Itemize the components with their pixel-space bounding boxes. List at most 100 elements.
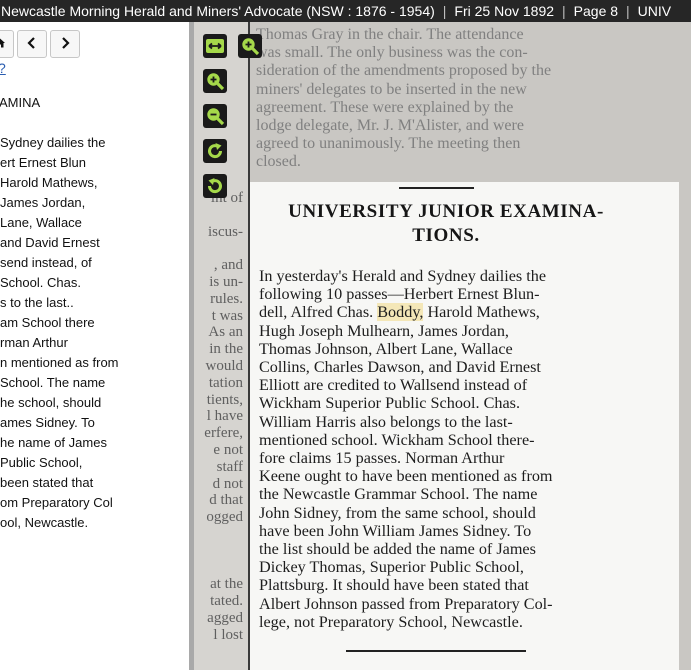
article-line-part: Harold Mathews, [423, 303, 540, 322]
article-rule-bottom [346, 650, 526, 652]
rotate-clockwise-icon [205, 141, 225, 161]
ocr-line: ert Ernest Blun [0, 155, 86, 170]
article-line: In yesterday's Herald and Sydney dailies… [259, 267, 547, 285]
ocr-line: am School there [0, 315, 95, 330]
adjacent-line: d that [209, 492, 243, 509]
adjacent-line: , and [213, 257, 243, 274]
adjacent-line: t was [211, 307, 243, 324]
title-separator: | [442, 3, 447, 19]
page-number[interactable]: Page 8 [574, 0, 618, 22]
previous-article-line: lodge delegate, Mr. J. M'Alister, and we… [256, 117, 524, 135]
adjacent-line: l lost [213, 626, 243, 643]
article-line: John Sidney, from the same school, shoul… [259, 503, 536, 522]
article-line-part: dell, Alfred Chas. [259, 303, 378, 322]
adjacent-line: in the [209, 341, 243, 358]
zoom-in-icon [240, 36, 260, 56]
rotate-clockwise-button[interactable] [203, 139, 227, 163]
rotate-counterclockwise-icon [205, 176, 225, 196]
article-line: following 10 passes—Herbert Ernest Blun- [259, 285, 540, 304]
adjacent-line: at the [210, 576, 243, 593]
article-line: William Harris also belongs to the last- [259, 412, 513, 431]
article-line: the Newcastle Grammar School. The name [259, 485, 538, 504]
adjacent-line: e not [213, 441, 243, 458]
ocr-text-panel: ? AMINA Sydney dailies the ert Ernest Bl… [0, 22, 189, 670]
ocr-line: ool, Newcastle. [0, 515, 89, 530]
ocr-line: om Preparatory Col [0, 495, 113, 510]
adjacent-line: ogged [206, 509, 243, 526]
zoom-out-icon [205, 106, 225, 126]
article-line: Albert Johnson passed from Preparatory C… [259, 594, 553, 613]
chevron-left-icon [27, 36, 37, 53]
next-article-button[interactable] [50, 30, 80, 58]
adjacent-line: rules. [210, 290, 243, 307]
article-line: Collins, Charles Dawson, and David Ernes… [259, 358, 541, 377]
issue-date[interactable]: Fri 25 Nov 1892 [454, 0, 554, 22]
ocr-line: School. Chas. [0, 275, 81, 290]
title-separator: | [562, 3, 566, 19]
ocr-line: rman Arthur [0, 335, 68, 350]
home-icon [0, 36, 6, 53]
zoom-in-button[interactable] [203, 69, 227, 93]
article-line: Dickey Thomas, Superior Public School, [259, 558, 524, 577]
ocr-line: Harold Mathews, [0, 175, 98, 190]
ocr-line: ames Sidney. To [0, 415, 95, 430]
article-heading: UNIVERSITY JUNIOR EXAMINA- TIONS. [256, 200, 636, 248]
article-line: dell, Alfred Chas. Boddy, Harold Mathews… [259, 303, 636, 322]
fit-width-button[interactable] [203, 34, 227, 58]
previous-article-line: was small. The only business was the con… [256, 44, 528, 62]
adjacent-line: d not [212, 475, 243, 492]
publication-title[interactable]: Newcastle Morning Herald and Miners' Adv… [0, 0, 435, 22]
ocr-line: he name of James [0, 435, 107, 450]
adjacent-line: l have [206, 408, 243, 425]
article-title-truncated: UNIV [637, 3, 672, 19]
article-line: Plattsburg. It should have been stated t… [259, 576, 529, 595]
article-line: Thomas Johnson, Albert Lane, Wallace [259, 339, 513, 358]
ocr-line: been stated that [0, 475, 94, 490]
adjacent-line: is un- [209, 273, 243, 290]
adjacent-line: erfere, [204, 425, 243, 442]
previous-article-button[interactable] [17, 30, 47, 58]
ocr-line: James Jordan, [0, 195, 86, 210]
rotate-counterclockwise-button[interactable] [203, 174, 227, 198]
article-line: Wickham Superior Public School. Chas. [259, 394, 521, 413]
article-line: Elliott are credited to Wallsend instead… [259, 376, 528, 395]
title-separator: | [626, 3, 630, 19]
ocr-line: and David Ernest [0, 235, 100, 250]
previous-article-line: agreed to unanimously. The meeting then [256, 135, 521, 153]
adjacent-line: iscus- [208, 223, 243, 240]
home-button[interactable] [0, 30, 14, 58]
article-line: lege, not Preparatory School, Newcastle. [259, 612, 523, 631]
ocr-text-lines: Sydney dailies the ert Ernest Blun Harol… [0, 133, 119, 533]
article-line: fore claims 15 passes. Norman Arthur [259, 449, 505, 468]
adjacent-line: staff [216, 458, 243, 475]
newspaper-title-bar: Newcastle Morning Herald and Miners' Adv… [0, 0, 691, 22]
newspaper-image-viewer[interactable]: int of iscus- , and is un- rules. t was … [194, 22, 691, 670]
ocr-line: send instead, of [0, 255, 92, 270]
ocr-line: he school, should [0, 395, 102, 410]
adjacent-line: agged [207, 609, 243, 626]
article-line: Keene ought to have been mentioned as fr… [259, 467, 553, 486]
article-heading-line: TIONS. [412, 225, 480, 246]
adjacent-line: As an [208, 324, 243, 341]
ocr-line: Public School, [0, 455, 83, 470]
chevron-right-icon [60, 36, 70, 53]
fit-width-icon [205, 36, 225, 56]
previous-article-line: Thomas Gray in the chair. The attendance [256, 26, 524, 43]
previous-article-line: miners' delegates to be inserted in the … [256, 80, 527, 98]
previous-article-line: sideration of the amendments proposed by… [256, 62, 552, 80]
article-line: have been John William James Sidney. To [259, 521, 532, 540]
ocr-line: Lane, Wallace [0, 215, 82, 230]
adjacent-line: tients, [206, 391, 243, 408]
previous-article-text: Thomas Gray in the chair. The attendance… [256, 26, 636, 172]
ocr-line: Sydney dailies the [0, 135, 106, 150]
help-link[interactable]: ? [0, 60, 6, 76]
previous-article-line: agreement. These were explained by the [256, 98, 514, 116]
zoom-out-button[interactable] [203, 104, 227, 128]
zoom-in-icon [205, 71, 225, 91]
article-body: In yesterday's Herald and Sydney dailies… [259, 267, 636, 631]
article-rule-top [399, 187, 474, 189]
article-line: the list should be added the name of Jam… [259, 540, 536, 559]
adjacent-line: tation [208, 374, 243, 391]
zoom-in-button[interactable] [238, 34, 262, 58]
ocr-line: s to the last.. [0, 295, 74, 310]
